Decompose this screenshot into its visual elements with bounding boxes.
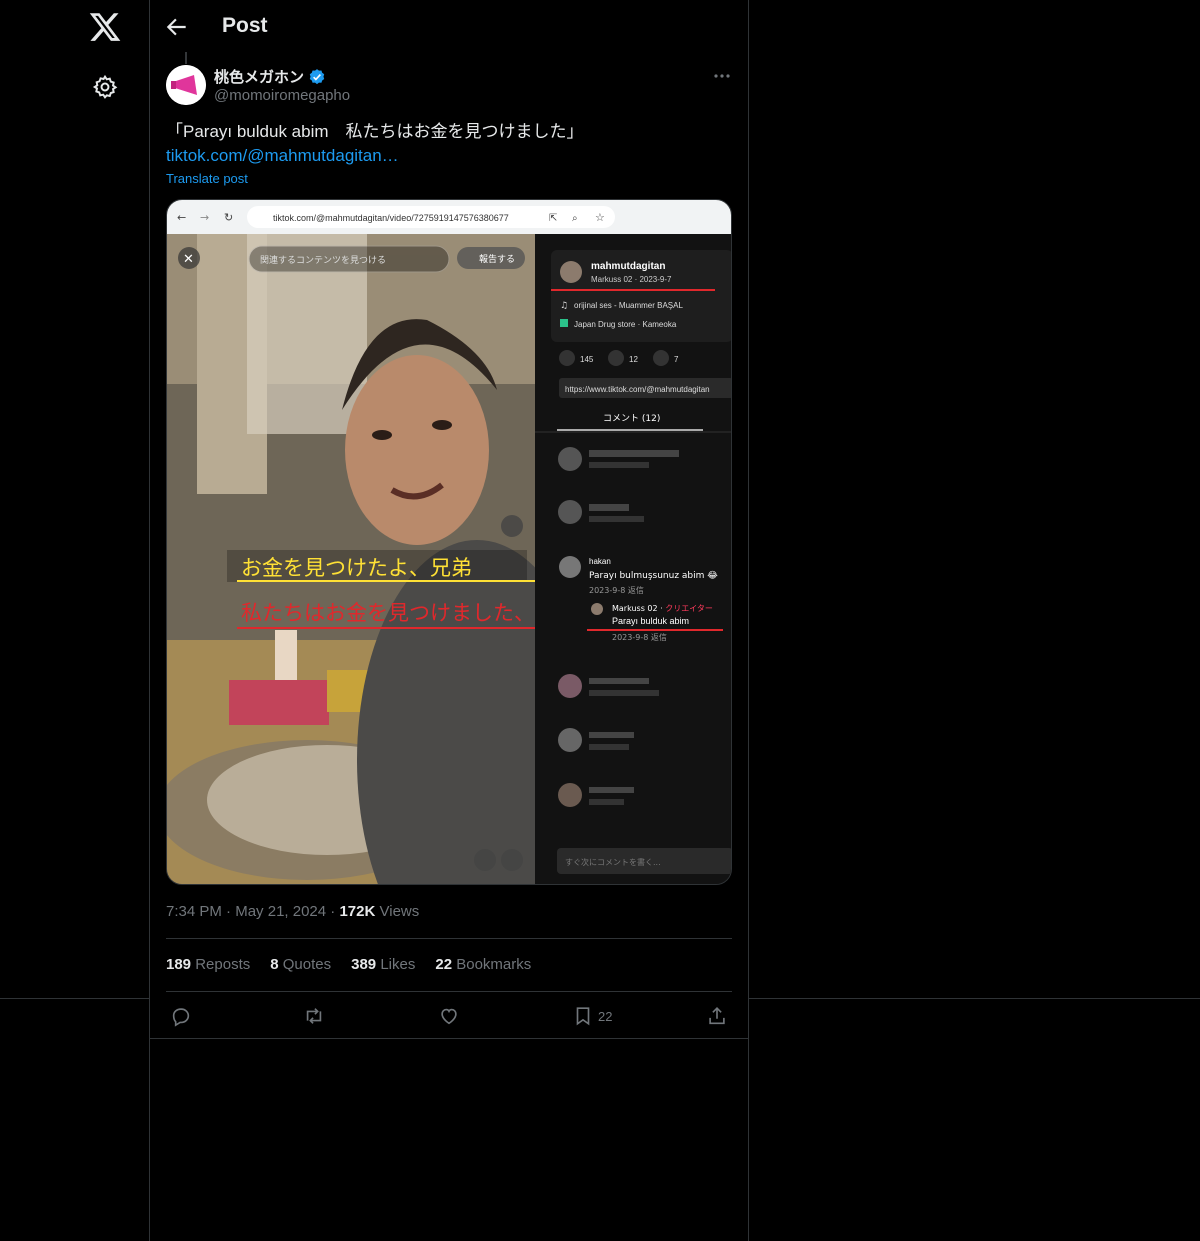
location-name: Japan Drug store · Kameoka [574,320,677,329]
comment-hakan-text: Parayı bulmuşsunuz abim 😂 [589,570,718,581]
repost-button[interactable] [303,1004,325,1028]
share-icon [709,1007,725,1025]
saves-count: 7 [674,355,679,364]
likes-count: 389 [351,956,377,973]
likes-label: Likes [380,956,416,973]
like-button[interactable] [438,1004,460,1028]
sound-name: orijinal ses - Muammer BAŞAL [574,301,683,310]
divider [749,998,1200,999]
comments-count: 12 [629,355,638,364]
reply-date: 2023-9-8 返信 [612,632,667,642]
browser-url: tiktok.com/@mahmutdagitan/video/72759191… [273,213,509,223]
post-media[interactable]: ← → ↻ tiktok.com/@mahmutdagitan/video/72… [166,199,732,885]
page-title: Post [222,14,268,37]
thread-line [185,52,187,64]
author-name-row[interactable]: 桃色メガホン [214,66,326,87]
creator-sub: Markuss 02 · 2023-9-7 [591,275,672,284]
repost-icon [306,1008,322,1024]
bookmark-count: 22 [598,1008,613,1024]
main-column: Post 桃色メガホン @momoiromegapho 「Parayı buld… [150,0,749,1241]
likes-count: 145 [580,355,594,364]
report-button: 報告する [479,253,515,265]
divider [166,938,732,939]
svg-text:☆: ☆ [595,211,605,224]
comments-tab: コメント (12) [603,414,660,424]
svg-text:✕: ✕ [183,252,194,267]
media-image: ← → ↻ tiktok.com/@mahmutdagitan/video/72… [167,200,731,884]
bookmarks-count: 22 [435,956,453,973]
verified-badge-icon [309,68,325,84]
bookmark-icon [576,1007,590,1026]
translate-post-link[interactable]: Translate post [166,171,248,186]
reposts-count: 189 [166,956,192,973]
share-button[interactable] [706,1004,728,1028]
svg-text:←: ← [177,211,186,224]
heart-icon [441,1008,457,1025]
svg-text:♫: ♫ [560,301,568,311]
post-body: 「Parayı bulduk abim 私たちはお金を見つけました」 [166,122,584,141]
reposts-stat[interactable]: 189 Reposts [166,956,250,973]
svg-text:⇱: ⇱ [549,213,557,224]
quotes-label: Quotes [282,956,332,973]
post-link[interactable]: tiktok.com/@mahmutdagitan… [166,144,726,168]
post-time[interactable]: 7:34 PM [166,903,222,920]
reply-name: Markuss 02 · [612,604,665,613]
reply-button[interactable] [170,1004,192,1028]
bookmarks-label: Bookmarks [456,956,532,973]
post-stats: 189 Reposts 8 Quotes 389 Likes 22 Bookma… [166,956,531,973]
caption-red: 私たちはお金を見つけました、兄弟 [241,601,577,625]
action-bar: 22 [150,998,748,1038]
link-box: https://www.tiktok.com/@mahmutdagitan [565,385,710,394]
post-text: 「Parayı bulduk abim 私たちはお金を見つけました」 tikto… [166,120,726,168]
bookmarks-stat[interactable]: 22 Bookmarks [435,956,531,973]
left-sidebar [0,0,150,1241]
quotes-stat[interactable]: 8 Quotes [270,956,331,973]
comment-hakan-date: 2023-9-8 返信 [589,585,644,595]
meta-dot: · [226,903,236,920]
svg-text:⌕: ⌕ [572,213,578,224]
divider [166,991,732,992]
post-meta: 7:34 PM · May 21, 2024 · 172K Views [166,903,419,920]
avatar[interactable] [166,65,206,105]
views-count: 172K [339,903,376,920]
comment-hakan-name: hakan [589,557,611,566]
creator-name: mahmutdagitan [591,261,665,272]
reposts-label: Reposts [195,956,251,973]
caption-yellow: お金を見つけたよ、兄弟 [241,556,472,580]
x-logo-icon[interactable] [88,10,122,44]
svg-text:↻: ↻ [224,211,233,224]
back-arrow-icon[interactable] [164,14,190,40]
views-label: Views [379,903,420,920]
author-handle[interactable]: @momoiromegapho [214,87,350,104]
svg-text:→: → [200,211,209,224]
quotes-count: 8 [270,956,279,973]
divider [150,1038,748,1039]
reply-text: Parayı bulduk abim [612,616,689,626]
comment-input-placeholder: すぐ次にコメントを書く... [565,857,661,867]
header: Post [150,0,748,54]
reply-icon [172,1008,190,1027]
reply-creator-tag: クリエイター [665,604,713,613]
gear-icon[interactable] [92,74,118,100]
post-date[interactable]: May 21, 2024 [235,903,326,920]
search-placeholder: 関連するコンテンツを見つける [260,254,386,266]
divider [0,998,150,999]
author-name[interactable]: 桃色メガホン [214,66,304,87]
bookmark-button[interactable]: 22 [572,1004,612,1028]
svg-text:Markuss 02 · クリエイター: Markuss 02 · クリエイター [612,604,713,613]
more-options-icon[interactable] [712,66,732,86]
likes-stat[interactable]: 389 Likes [351,956,415,973]
megaphone-icon [166,65,206,105]
